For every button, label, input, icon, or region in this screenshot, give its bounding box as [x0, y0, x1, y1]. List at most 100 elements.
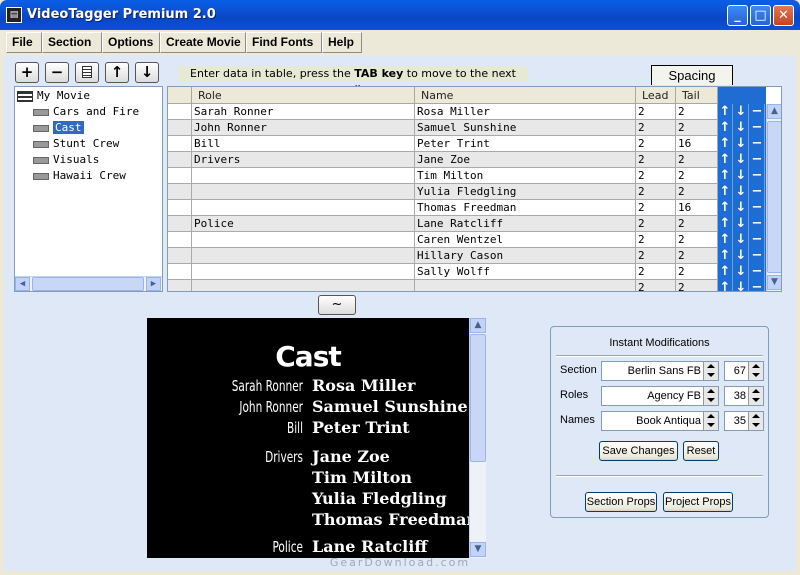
scroll-thumb[interactable] [767, 121, 781, 273]
move-row-down-icon[interactable]: ↓ [734, 248, 749, 264]
cell-lead[interactable]: 2 [636, 168, 676, 183]
spinner[interactable] [748, 387, 763, 405]
cell-role[interactable]: John Ronner [192, 120, 415, 135]
row-selector[interactable] [168, 136, 192, 151]
move-row-up-icon[interactable]: ↑ [718, 120, 733, 136]
cell-role[interactable]: Drivers [192, 152, 415, 167]
cell-name[interactable]: Sally Wolff [415, 264, 636, 279]
maximize-button[interactable]: □ [750, 5, 771, 26]
table-row[interactable]: Bill Peter Trint 2 16 [168, 136, 718, 152]
remove-row-icon[interactable]: − [750, 168, 765, 184]
row-selector[interactable] [168, 104, 192, 119]
spinner[interactable] [703, 387, 718, 405]
table-vertical-scrollbar[interactable]: ▲ ▼ [766, 104, 781, 291]
cell-role[interactable] [192, 200, 415, 215]
menu-section[interactable]: Section [42, 32, 102, 53]
cell-lead[interactable]: 2 [636, 232, 676, 247]
remove-row-icon[interactable]: − [750, 104, 765, 120]
move-row-down-icon[interactable]: ↓ [734, 264, 749, 280]
column-tail[interactable]: Tail [676, 87, 718, 104]
title-bar[interactable]: ▤ VideoTagger Premium 2.0 _ □ ✕ [0, 0, 800, 30]
section-font-select[interactable]: Berlin Sans FB [601, 361, 719, 381]
move-row-down-icon[interactable]: ↓ [734, 232, 749, 248]
tree-item-stunt-crew[interactable]: Stunt Crew [33, 136, 119, 151]
cell-name[interactable]: Peter Trint [415, 136, 636, 151]
column-name[interactable]: Name [415, 87, 636, 104]
cell-tail[interactable]: 2 [676, 104, 718, 119]
cell-role[interactable] [192, 184, 415, 199]
table-row[interactable]: John Ronner Samuel Sunshine 2 2 [168, 120, 718, 136]
remove-row-icon[interactable]: − [750, 232, 765, 248]
cell-role[interactable] [192, 168, 415, 183]
cell-role[interactable] [192, 280, 415, 291]
move-row-down-icon[interactable]: ↓ [734, 184, 749, 200]
cell-role[interactable] [192, 248, 415, 263]
cell-lead[interactable]: 2 [636, 248, 676, 263]
toggle-preview-button[interactable]: ~ [318, 295, 356, 315]
row-selector[interactable] [168, 248, 192, 263]
remove-row-icon[interactable]: − [750, 264, 765, 280]
move-row-down-icon[interactable]: ↓ [734, 200, 749, 216]
move-row-up-icon[interactable]: ↑ [718, 168, 733, 184]
tab-spacing[interactable]: Spacing [651, 65, 733, 85]
table-row[interactable]: Tim Milton 2 2 [168, 168, 718, 184]
table-row[interactable]: Sarah Ronner Rosa Miller 2 2 [168, 104, 718, 120]
table-row[interactable]: Thomas Freedman 2 16 [168, 200, 718, 216]
menu-create-movie[interactable]: Create Movie [160, 32, 246, 53]
column-role[interactable]: Role [192, 87, 415, 104]
cell-tail[interactable]: 16 [676, 200, 718, 215]
remove-row-icon[interactable]: − [750, 120, 765, 136]
remove-item-button[interactable]: − [45, 62, 69, 83]
table-row[interactable]: Drivers Jane Zoe 2 2 [168, 152, 718, 168]
scroll-down-icon[interactable]: ▼ [470, 542, 486, 557]
cell-tail[interactable]: 2 [676, 120, 718, 135]
cell-lead[interactable]: 2 [636, 280, 676, 291]
spinner[interactable] [748, 412, 763, 430]
names-font-select[interactable]: Book Antiqua [601, 411, 719, 431]
move-row-up-icon[interactable]: ↑ [718, 264, 733, 280]
row-selector[interactable] [168, 280, 192, 291]
remove-row-icon[interactable]: − [750, 200, 765, 216]
scroll-thumb[interactable] [470, 334, 486, 462]
move-row-down-icon[interactable]: ↓ [734, 120, 749, 136]
move-row-down-icon[interactable]: ↓ [734, 216, 749, 232]
add-item-button[interactable]: + [15, 62, 39, 83]
close-button[interactable]: ✕ [773, 5, 794, 26]
move-row-down-icon[interactable]: ↓ [734, 152, 749, 168]
spinner[interactable] [703, 362, 718, 380]
cell-lead[interactable]: 2 [636, 216, 676, 231]
names-size-input[interactable]: 35 [724, 411, 764, 431]
remove-row-icon[interactable]: − [750, 136, 765, 152]
section-size-input[interactable]: 67 [724, 361, 764, 381]
table-row[interactable]: Sally Wolff 2 2 [168, 264, 718, 280]
spinner[interactable] [703, 412, 718, 430]
table-row[interactable]: Yulia Fledgling 2 2 [168, 184, 718, 200]
remove-row-icon[interactable]: − [750, 152, 765, 168]
menu-find-fonts[interactable]: Find Fonts [246, 32, 322, 53]
row-selector[interactable] [168, 152, 192, 167]
cell-name[interactable] [415, 280, 636, 291]
cell-tail[interactable]: 2 [676, 184, 718, 199]
row-selector[interactable] [168, 184, 192, 199]
document-button[interactable] [75, 62, 99, 83]
move-row-down-icon[interactable]: ↓ [734, 280, 749, 291]
table-row[interactable]: Police Lane Ratcliff 2 2 [168, 216, 718, 232]
remove-row-icon[interactable]: − [750, 184, 765, 200]
preview-vertical-scrollbar[interactable]: ▲ ▼ [469, 318, 486, 558]
cell-name[interactable]: Hillary Cason [415, 248, 636, 263]
cell-tail[interactable]: 2 [676, 264, 718, 279]
move-row-down-icon[interactable]: ↓ [734, 136, 749, 152]
move-row-up-icon[interactable]: ↑ [718, 200, 733, 216]
move-row-up-icon[interactable]: ↑ [718, 248, 733, 264]
cell-role[interactable]: Police [192, 216, 415, 231]
save-changes-button[interactable]: Save Changes [599, 441, 678, 461]
move-down-button[interactable]: ↓ [135, 62, 159, 83]
cell-tail[interactable]: 2 [676, 168, 718, 183]
tree-item-cast[interactable]: Cast [33, 120, 84, 135]
remove-row-icon[interactable]: − [750, 216, 765, 232]
cell-tail[interactable]: 16 [676, 136, 718, 151]
cell-role[interactable] [192, 264, 415, 279]
section-props-button[interactable]: Section Props [585, 492, 657, 512]
tree-item-cars-and-fire[interactable]: Cars and Fire [33, 104, 139, 119]
cell-name[interactable]: Thomas Freedman [415, 200, 636, 215]
